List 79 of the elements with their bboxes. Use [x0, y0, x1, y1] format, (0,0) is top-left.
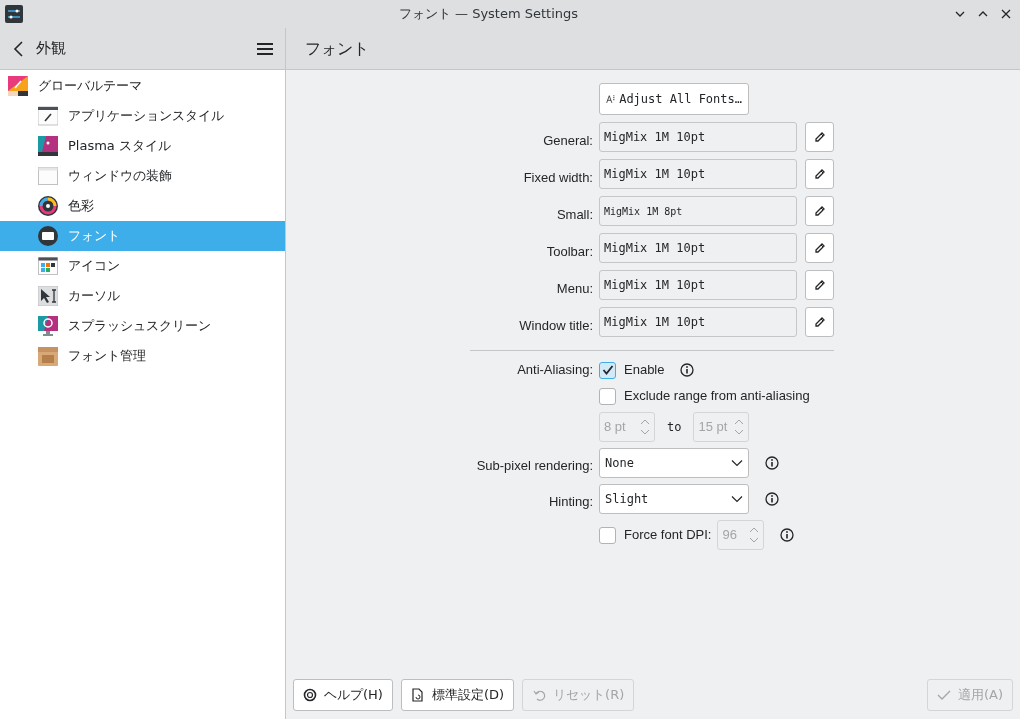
font-preview-field: MigMix 1M 10pt	[599, 233, 797, 263]
field-label: Fixed width:	[522, 168, 593, 187]
sidebar-item[interactable]: グローバルテーマ	[0, 71, 285, 101]
color-wheel-icon	[38, 196, 58, 216]
font-preview-field: MigMix 1M 10pt	[599, 270, 797, 300]
pencil-icon	[813, 316, 826, 328]
field-label: Hinting:	[547, 493, 593, 512]
pencil-icon	[813, 205, 826, 217]
document-icon	[410, 688, 425, 702]
info-icon[interactable]	[765, 456, 779, 470]
cursor-icon	[38, 286, 58, 306]
sidebar-item[interactable]: アプリケーションスタイル	[0, 101, 285, 131]
font-preview-field: MigMix 1M 10pt	[599, 122, 797, 152]
undo-icon	[532, 688, 547, 702]
pencil-icon	[813, 168, 826, 180]
checkbox-label: Exclude range from anti-aliasing	[624, 387, 810, 406]
sidebar-item[interactable]: カーソル	[0, 281, 285, 311]
field-label: Menu:	[555, 279, 593, 298]
checkbox-label: Force font DPI:	[624, 526, 712, 545]
dropdown[interactable]: None	[599, 448, 749, 478]
font-preview-field: MigMix 1M 10pt	[599, 307, 797, 337]
sidebar-item[interactable]: Plasma スタイル	[0, 131, 285, 161]
edit-button[interactable]	[805, 159, 834, 189]
edit-button[interactable]	[805, 270, 834, 300]
font-preview-field: MigMix 1M 8pt	[599, 196, 797, 226]
grid-icon	[38, 256, 58, 276]
close-button[interactable]	[1000, 8, 1012, 20]
stepper-icon	[749, 526, 760, 544]
checkmark-icon	[601, 364, 614, 376]
font-size-icon	[606, 92, 616, 106]
sidebar-item[interactable]: ウィンドウの装飾	[0, 161, 285, 191]
info-icon[interactable]	[680, 363, 695, 377]
theme-icon	[38, 136, 58, 156]
field-label: Small:	[555, 205, 593, 224]
sidebar-item[interactable]: 色彩	[0, 191, 285, 221]
monitor-icon	[38, 316, 58, 336]
theme-icon	[8, 76, 28, 96]
window-icon	[38, 166, 58, 186]
sidebar-title: 外観	[36, 38, 67, 59]
chevron-down-icon	[731, 459, 743, 467]
sidebar-item[interactable]: スプラッシュスクリーン	[0, 311, 285, 341]
field-label: General:	[542, 131, 593, 150]
pencil-icon	[813, 131, 826, 143]
chevron-down-icon	[731, 495, 743, 503]
sidebar-item[interactable]: アイコン	[0, 251, 285, 281]
back-icon[interactable]	[12, 39, 24, 58]
pencil-icon	[813, 242, 826, 254]
field-label: Sub-pixel rendering:	[475, 457, 593, 476]
font-preview-field: MigMix 1M 10pt	[599, 159, 797, 189]
footer-button[interactable]: ヘルプ(H)	[293, 679, 393, 711]
checkbox-label: Enable	[624, 361, 665, 380]
checkbox[interactable]	[599, 361, 616, 379]
pencil-icon	[813, 279, 826, 291]
field-label: Anti-Aliasing:	[516, 361, 593, 380]
edit-button[interactable]	[805, 122, 834, 152]
app-icon	[5, 5, 23, 23]
info-icon[interactable]	[765, 492, 779, 506]
edit-button[interactable]	[805, 233, 834, 263]
window-title: フォント — System Settings	[397, 5, 580, 24]
info-icon[interactable]	[780, 528, 795, 542]
brush-icon	[38, 106, 58, 126]
package-icon	[38, 346, 58, 366]
lifebuoy-icon	[303, 688, 317, 702]
field-label: Window title:	[518, 316, 593, 335]
menu-icon[interactable]	[257, 41, 273, 56]
stepper-icon	[734, 418, 745, 436]
field-label: Toolbar:	[545, 242, 593, 261]
range-separator: to	[667, 419, 682, 436]
checkmark-icon	[936, 688, 951, 702]
adjust-fonts-button[interactable]: Adjust All Fonts…	[599, 83, 749, 115]
stepper-icon	[640, 418, 650, 436]
edit-button[interactable]	[805, 196, 834, 226]
font-icon	[38, 226, 58, 246]
footer-button[interactable]: 標準設定(D)	[400, 679, 515, 711]
sidebar-item[interactable]: フォント管理	[0, 341, 285, 371]
page-title: フォント	[305, 37, 369, 60]
edit-button[interactable]	[805, 307, 834, 337]
checkbox[interactable]	[599, 387, 616, 405]
dropdown[interactable]: Slight	[599, 484, 749, 514]
